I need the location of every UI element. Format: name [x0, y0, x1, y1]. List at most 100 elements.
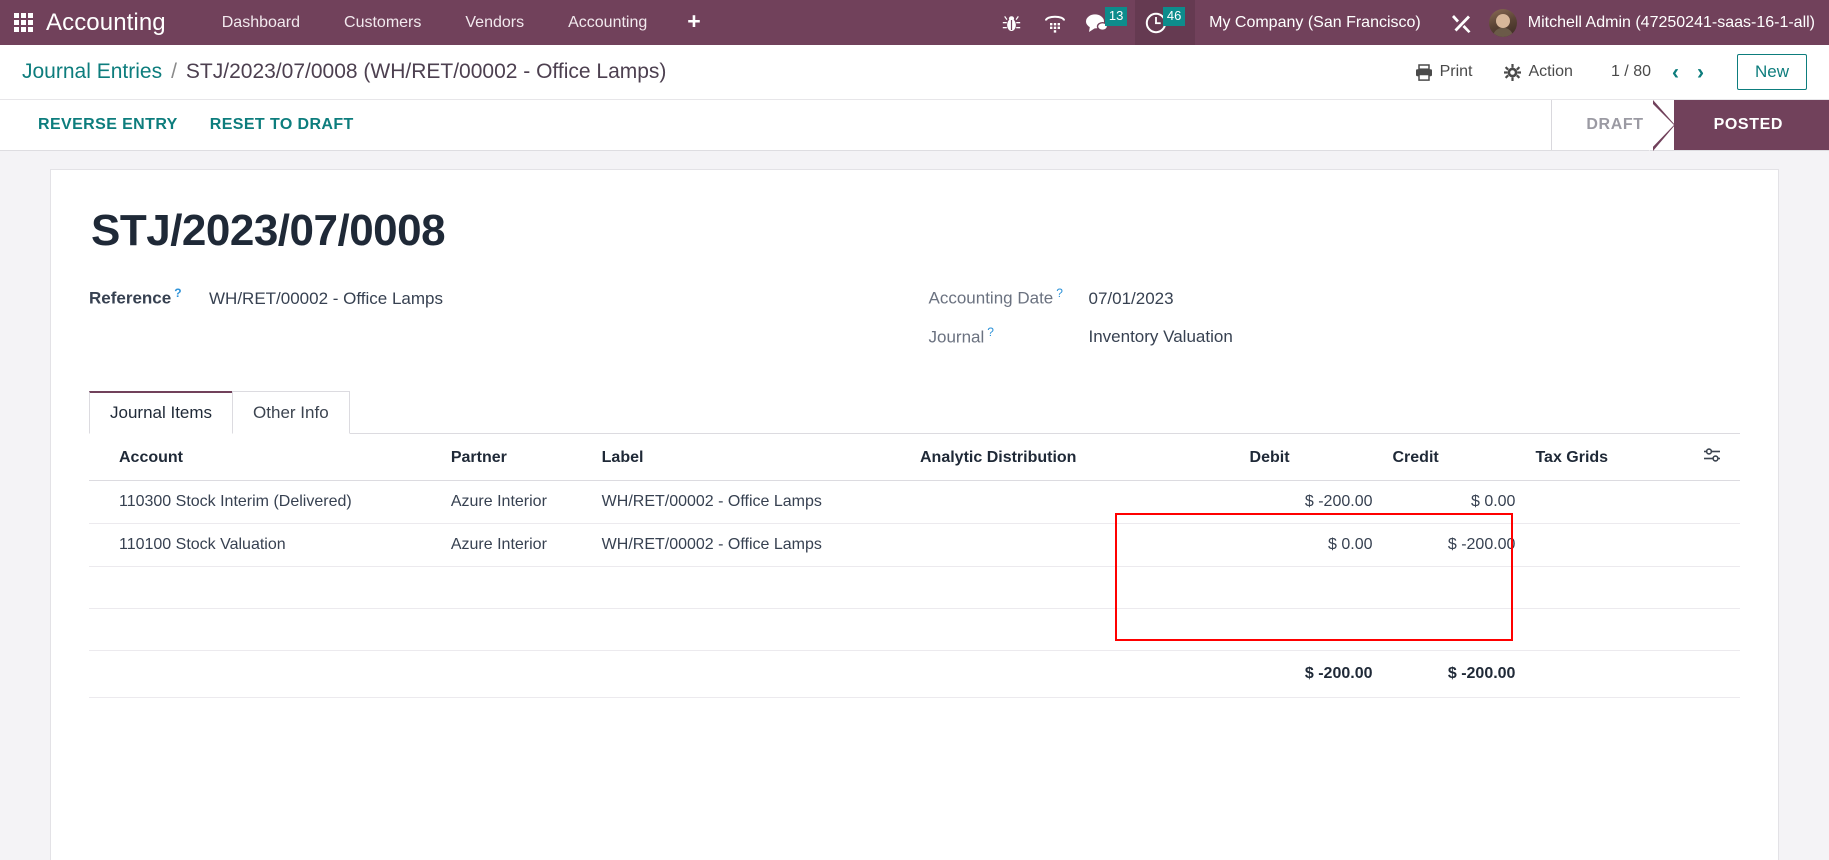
activities-button[interactable]: 46 — [1135, 0, 1196, 45]
print-label: Print — [1439, 63, 1473, 80]
cell-tax-grids[interactable] — [1525, 523, 1693, 568]
journal-help-icon[interactable]: ? — [987, 325, 994, 339]
reverse-entry-button[interactable]: REVERSE ENTRY — [22, 100, 194, 150]
user-name-label: Mitchell Admin (47250241-saas-16-1-all) — [1527, 13, 1815, 31]
table-row[interactable]: 110100 Stock Valuation Azure Interior WH… — [89, 523, 1740, 568]
record-pager: 1 / 80 ‹ › — [1611, 60, 1711, 85]
totals-row: $ -200.00 $ -200.00 — [89, 650, 1740, 699]
bug-icon — [1002, 15, 1020, 31]
reference-help-icon[interactable]: ? — [174, 286, 181, 300]
cell-credit[interactable]: $ -200.00 — [1382, 523, 1526, 568]
grid-apps-icon — [13, 13, 33, 32]
messages-button[interactable]: 13 — [1077, 0, 1135, 45]
column-header-analytic-distribution[interactable]: Analytic Distribution — [910, 434, 1240, 482]
column-header-debit[interactable]: Debit — [1239, 434, 1383, 482]
totals-spacer-label — [591, 650, 910, 699]
top-navbar: Accounting Dashboard Customers Vendors A… — [0, 0, 1829, 45]
field-reference-value[interactable]: WH/RET/00002 - Office Lamps — [209, 289, 443, 309]
cell-debit[interactable]: $ 0.00 — [1239, 523, 1383, 568]
bug-report-button[interactable] — [989, 0, 1033, 45]
column-header-tax-grids[interactable]: Tax Grids — [1525, 434, 1693, 482]
nav-add-icon[interactable]: + — [669, 0, 718, 45]
form-fields-right: Accounting Date? 07/01/2023 Journal? Inv… — [915, 286, 1741, 363]
page-title: STJ/2023/07/0008 — [91, 206, 446, 255]
cell-partner[interactable]: Azure Interior — [440, 523, 592, 568]
status-posted[interactable]: POSTED — [1648, 100, 1829, 151]
cell-debit[interactable]: $ -200.00 — [1239, 480, 1383, 525]
tab-journal-items[interactable]: Journal Items — [89, 391, 234, 435]
record-action-buttons: REVERSE ENTRY RESET TO DRAFT — [0, 100, 370, 150]
cell-account[interactable]: 110300 Stock Interim (Delivered) — [89, 480, 441, 525]
breadcrumb-separator: / — [171, 60, 177, 83]
action-button[interactable]: Action — [1488, 63, 1588, 81]
table-tail-row — [89, 698, 1740, 758]
developer-tools-button[interactable] — [1437, 12, 1487, 34]
activities-count-badge: 46 — [1163, 7, 1186, 26]
field-reference: Reference? WH/RET/00002 - Office Lamps — [89, 286, 915, 309]
control-panel-top: Journal Entries / STJ/2023/07/0008 (WH/R… — [0, 45, 1829, 100]
column-header-credit[interactable]: Credit — [1382, 434, 1526, 482]
pager-next-button[interactable]: › — [1690, 60, 1711, 85]
nav-menu-accounting[interactable]: Accounting — [546, 0, 669, 45]
field-accounting-date-value[interactable]: 07/01/2023 — [1089, 289, 1174, 309]
journal-items-head: Account Partner Label Analytic Distribut… — [89, 434, 1740, 482]
nav-menu-dashboard[interactable]: Dashboard — [200, 0, 322, 45]
messages-count-badge: 13 — [1105, 7, 1128, 26]
dialpad-button[interactable] — [1033, 0, 1077, 45]
cell-analytic-distribution[interactable] — [910, 523, 1240, 568]
totals-spacer-tax — [1525, 650, 1693, 699]
totals-spacer-actions — [1693, 650, 1740, 699]
optional-columns-toggle[interactable] — [1693, 434, 1740, 482]
field-journal-label: Journal? — [929, 325, 1089, 348]
table-header-row: Account Partner Label Analytic Distribut… — [89, 434, 1740, 482]
totals-spacer-analytic — [910, 650, 1240, 699]
pager-previous-button[interactable]: ‹ — [1665, 60, 1686, 85]
reset-to-draft-button[interactable]: RESET TO DRAFT — [194, 100, 370, 150]
status-bar-spacer — [370, 100, 1553, 150]
field-accounting-date: Accounting Date? 07/01/2023 — [929, 286, 1741, 309]
cell-analytic-distribution[interactable] — [910, 480, 1240, 525]
breadcrumb-journal-entries[interactable]: Journal Entries — [22, 60, 162, 84]
app-brand-name[interactable]: Accounting — [46, 9, 200, 37]
totals-spacer-account — [89, 650, 441, 699]
cell-label[interactable]: WH/RET/00002 - Office Lamps — [591, 523, 910, 568]
apps-menu-toggle[interactable] — [0, 0, 46, 45]
company-switcher[interactable]: My Company (San Francisco) — [1195, 14, 1437, 32]
totals-spacer-partner — [440, 650, 592, 699]
cell-account[interactable]: 110100 Stock Valuation — [89, 523, 441, 568]
sliders-icon[interactable] — [1703, 448, 1722, 467]
field-accounting-date-label: Accounting Date? — [929, 286, 1089, 309]
tools-icon — [1451, 14, 1471, 33]
table-tail-cell — [89, 698, 1740, 758]
print-button[interactable]: Print — [1399, 63, 1489, 81]
nav-menu-customers[interactable]: Customers — [322, 0, 443, 45]
pager-counter: 1 / 80 — [1610, 63, 1651, 80]
status-bar: DRAFT POSTED — [1552, 100, 1829, 151]
new-record-button[interactable]: New — [1736, 54, 1807, 90]
column-header-account[interactable]: Account — [89, 434, 441, 482]
accounting-date-help-icon[interactable]: ? — [1056, 286, 1063, 300]
column-header-label[interactable]: Label — [591, 434, 910, 482]
totals-debit: $ -200.00 — [1239, 650, 1383, 699]
form-fields-left: Reference? WH/RET/00002 - Office Lamps — [89, 286, 915, 363]
field-journal-value[interactable]: Inventory Valuation — [1089, 327, 1233, 347]
notebook-tabs: Journal Items Other Info — [89, 391, 1740, 435]
cell-row-actions — [1693, 523, 1740, 568]
tab-other-info[interactable]: Other Info — [232, 391, 350, 435]
cell-credit[interactable]: $ 0.00 — [1382, 480, 1526, 525]
field-journal: Journal? Inventory Valuation — [929, 325, 1741, 348]
control-panel-bottom: REVERSE ENTRY RESET TO DRAFT DRAFT POSTE… — [0, 100, 1829, 151]
cell-tax-grids[interactable] — [1525, 480, 1693, 525]
journal-items-table: Account Partner Label Analytic Distribut… — [89, 434, 1740, 758]
cell-partner[interactable]: Azure Interior — [440, 480, 592, 525]
column-header-partner[interactable]: Partner — [440, 434, 592, 482]
table-row[interactable]: 110300 Stock Interim (Delivered) Azure I… — [89, 480, 1740, 525]
nav-menu-vendors[interactable]: Vendors — [443, 0, 546, 45]
user-menu[interactable]: Mitchell Admin (47250241-saas-16-1-all) — [1487, 8, 1829, 37]
breadcrumb-current-record: STJ/2023/07/0008 (WH/RET/00002 - Office … — [185, 60, 667, 83]
navbar-right-group: 13 46 My Company (San Francisco) Mitchel… — [989, 0, 1829, 45]
field-reference-label-text: Reference — [89, 288, 172, 308]
cell-label[interactable]: WH/RET/00002 - Office Lamps — [591, 480, 910, 525]
field-accounting-date-label-text: Accounting Date — [928, 288, 1054, 308]
empty-row — [89, 566, 1740, 610]
